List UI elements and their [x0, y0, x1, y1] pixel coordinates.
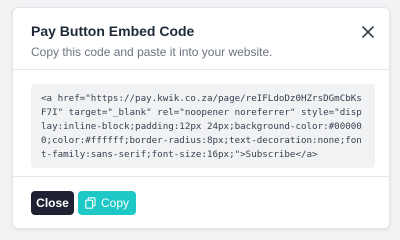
- copy-button[interactable]: Copy: [78, 191, 136, 215]
- embed-code-modal: Pay Button Embed Code Copy this code and…: [12, 7, 390, 229]
- modal-body: <a href="https://pay.kwik.co.za/page/reI…: [13, 70, 389, 176]
- embed-code-block[interactable]: <a href="https://pay.kwik.co.za/page/reI…: [31, 84, 375, 168]
- close-icon[interactable]: [359, 23, 377, 41]
- modal-footer: Close Copy: [13, 176, 389, 230]
- copy-icon: [85, 197, 96, 209]
- modal-subtitle: Copy this code and paste it into your we…: [31, 45, 273, 59]
- copy-button-label: Copy: [100, 196, 129, 210]
- close-button[interactable]: Close: [31, 191, 74, 215]
- modal-title: Pay Button Embed Code: [31, 23, 195, 39]
- modal-header: Pay Button Embed Code Copy this code and…: [13, 8, 389, 70]
